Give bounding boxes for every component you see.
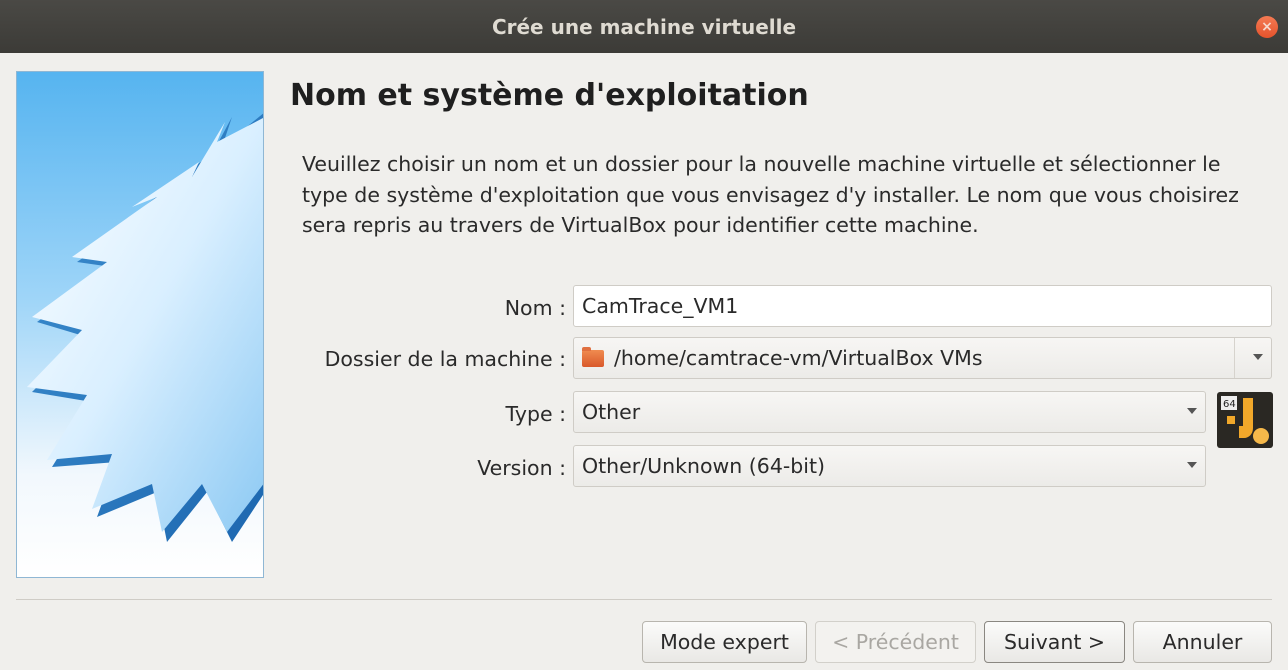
window-title: Crée une machine virtuelle [491,14,797,39]
chevron-down-icon[interactable] [1253,354,1263,360]
version-select[interactable]: Other/Unknown (64-bit) [573,445,1206,487]
wizard-watermark-image [16,71,264,578]
name-input[interactable]: CamTrace_VM1 [573,285,1272,327]
window-titlebar: Crée une machine virtuelle × [0,0,1288,53]
folder-label: Dossier de la machine : [324,347,566,371]
page-description: Veuillez choisir un nom et un dossier po… [302,152,1239,237]
close-button[interactable]: × [1256,16,1278,38]
starburst-graphic [27,113,263,542]
footer-separator [16,599,1272,600]
name-label: Nom : [504,296,566,320]
version-label: Version : [477,456,566,480]
folder-value: /home/camtrace-vm/VirtualBox VMs [614,346,983,370]
previous-button[interactable]: < Précédent [815,621,976,663]
close-icon: × [1261,19,1273,35]
name-input-value: CamTrace_VM1 [582,294,739,318]
next-button[interactable]: Suivant > [984,621,1125,663]
chevron-down-icon [1187,408,1197,414]
type-label: Type : [505,402,566,426]
svg-text:64: 64 [1223,399,1236,410]
combo-separator [1234,338,1235,378]
page-title: Nom et système d'exploitation [290,78,809,113]
chevron-down-icon [1187,462,1197,468]
os-other-64-icon: 64 [1217,392,1273,448]
type-value: Other [582,400,641,424]
expert-mode-button[interactable]: Mode expert [642,621,807,663]
folder-combobox[interactable]: /home/camtrace-vm/VirtualBox VMs [573,337,1272,379]
cancel-button[interactable]: Annuler [1133,621,1272,663]
version-value: Other/Unknown (64-bit) [582,454,826,478]
folder-icon [582,346,604,367]
type-select[interactable]: Other [573,391,1206,433]
